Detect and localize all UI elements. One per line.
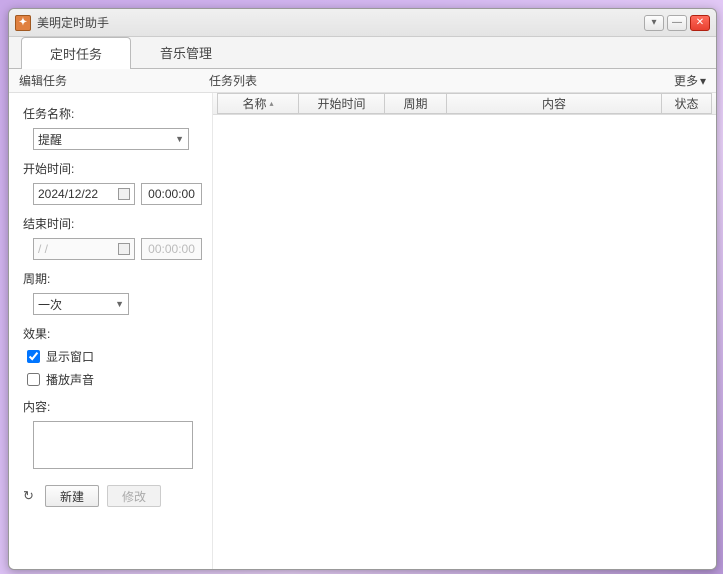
- chevron-down-icon: ▾: [700, 74, 706, 88]
- chevron-down-icon: ▼: [115, 299, 124, 309]
- period-value: 一次: [38, 296, 62, 313]
- minimize-button[interactable]: —: [667, 15, 687, 31]
- start-time-input[interactable]: 00:00:00: [141, 183, 202, 205]
- content-area: 任务名称: 提醒 ▼ 开始时间: 2024/12/22 00:00:00 结束时…: [9, 93, 716, 569]
- task-list-label: 任务列表: [209, 72, 674, 89]
- more-menu[interactable]: 更多 ▾: [674, 72, 706, 89]
- window-title: 美明定时助手: [37, 14, 641, 31]
- tab-music-management[interactable]: 音乐管理: [131, 36, 241, 68]
- show-window-checkbox[interactable]: 显示窗口: [27, 348, 202, 365]
- edit-task-panel: 任务名称: 提醒 ▼ 开始时间: 2024/12/22 00:00:00 结束时…: [9, 93, 213, 569]
- tab-bar: 定时任务 音乐管理: [9, 37, 716, 69]
- content-textarea[interactable]: [33, 421, 193, 469]
- new-button[interactable]: 新建: [45, 485, 99, 507]
- end-time-input[interactable]: 00:00:00: [141, 238, 202, 260]
- col-status[interactable]: 状态: [662, 93, 712, 114]
- play-sound-checkbox[interactable]: 播放声音: [27, 371, 202, 388]
- col-name[interactable]: 名称 ▴: [217, 93, 299, 114]
- calendar-icon[interactable]: [118, 188, 130, 200]
- task-name-select[interactable]: 提醒 ▼: [33, 128, 189, 150]
- more-label: 更多: [674, 72, 698, 89]
- col-content[interactable]: 内容: [447, 93, 662, 114]
- end-date-value: / /: [38, 242, 48, 256]
- end-date-input[interactable]: / /: [33, 238, 135, 260]
- app-icon: ✦: [15, 15, 31, 31]
- show-window-text: 显示窗口: [46, 348, 94, 365]
- period-select[interactable]: 一次 ▼: [33, 293, 129, 315]
- start-time-label: 开始时间:: [23, 160, 202, 177]
- end-time-label: 结束时间:: [23, 215, 202, 232]
- task-list-panel: 名称 ▴ 开始时间 周期 内容 状态: [213, 93, 716, 569]
- play-sound-check-input[interactable]: [27, 373, 40, 386]
- task-name-label: 任务名称:: [23, 105, 202, 122]
- column-headers: 名称 ▴ 开始时间 周期 内容 状态: [213, 93, 716, 115]
- show-window-check-input[interactable]: [27, 350, 40, 363]
- calendar-icon[interactable]: [118, 243, 130, 255]
- col-period[interactable]: 周期: [385, 93, 447, 114]
- start-date-value: 2024/12/22: [38, 187, 98, 201]
- task-list-body[interactable]: [213, 115, 716, 569]
- app-window: ✦ 美明定时助手 ▾ — ✕ 定时任务 音乐管理 编辑任务 任务列表 更多 ▾ …: [8, 8, 717, 570]
- close-button[interactable]: ✕: [690, 15, 710, 31]
- refresh-icon[interactable]: ↻: [23, 488, 37, 504]
- dropdown-button[interactable]: ▾: [644, 15, 664, 31]
- period-label: 周期:: [23, 270, 202, 287]
- tab-timed-tasks[interactable]: 定时任务: [21, 37, 131, 69]
- chevron-down-icon: ▼: [175, 134, 184, 144]
- modify-button[interactable]: 修改: [107, 485, 161, 507]
- titlebar: ✦ 美明定时助手 ▾ — ✕: [9, 9, 716, 37]
- sort-asc-icon: ▴: [270, 99, 274, 108]
- col-start-time[interactable]: 开始时间: [299, 93, 385, 114]
- start-date-input[interactable]: 2024/12/22: [33, 183, 135, 205]
- edit-task-label: 编辑任务: [19, 72, 209, 89]
- effect-label: 效果:: [23, 325, 202, 342]
- play-sound-text: 播放声音: [46, 371, 94, 388]
- content-label: 内容:: [23, 398, 202, 415]
- task-name-value: 提醒: [38, 131, 62, 148]
- sub-header: 编辑任务 任务列表 更多 ▾: [9, 69, 716, 93]
